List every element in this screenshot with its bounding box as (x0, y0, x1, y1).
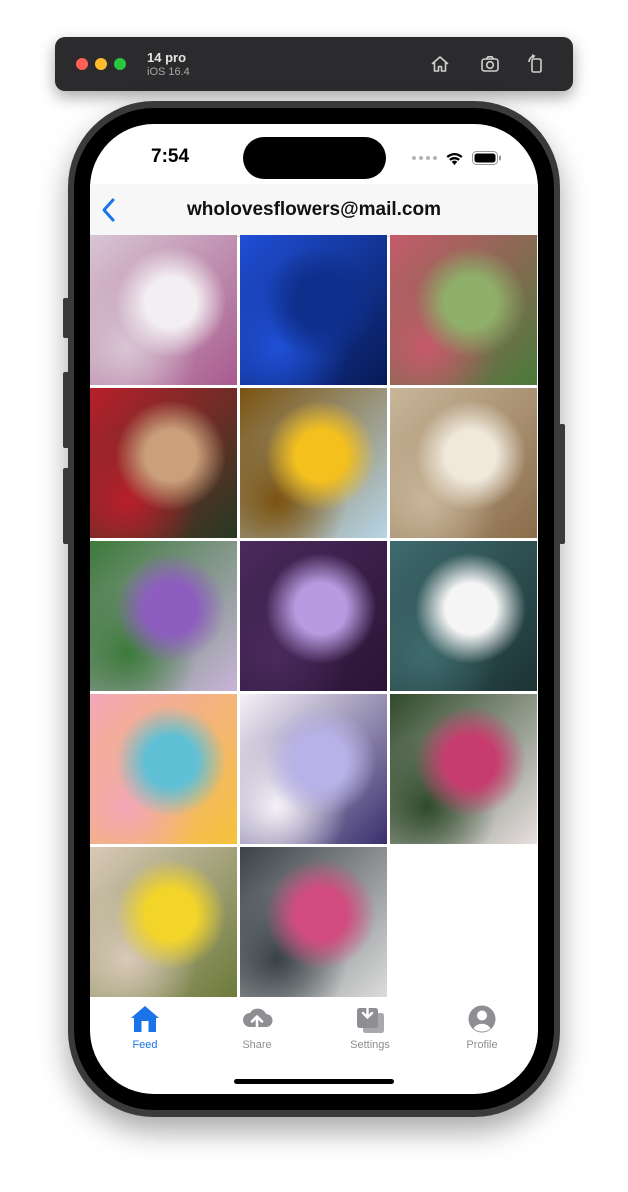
photo-image (390, 541, 537, 691)
simulator-title-bar: 14 pro iOS 16.4 (55, 37, 573, 91)
page-title: wholovesflowers@mail.com (187, 199, 441, 220)
minimize-window-button[interactable] (95, 58, 107, 70)
photo-image (90, 541, 237, 691)
photo-image (240, 541, 387, 691)
phone-screen: 7:54 wholovesflowers@mail.com Feed Share… (90, 124, 538, 1094)
volume-down-button (63, 468, 69, 544)
status-icons (412, 150, 502, 166)
photo-thumbnail[interactable] (90, 541, 237, 691)
tab-share[interactable]: Share (217, 1004, 297, 1051)
photo-image (240, 847, 387, 997)
close-window-button[interactable] (76, 58, 88, 70)
photo-image (390, 388, 537, 538)
tab-label: Share (242, 1039, 272, 1051)
photo-thumbnail[interactable] (390, 235, 537, 385)
os-version: iOS 16.4 (147, 66, 190, 78)
battery-icon (472, 151, 501, 165)
photo-thumbnail[interactable] (240, 694, 387, 844)
photo-thumbnail[interactable] (240, 388, 387, 538)
photo-thumbnail[interactable] (390, 694, 537, 844)
photo-image (240, 388, 387, 538)
photo-thumbnail[interactable] (90, 235, 237, 385)
screenshot-icon[interactable] (479, 53, 501, 75)
cloud-upload-icon (243, 1008, 273, 1033)
home-icon[interactable] (429, 53, 451, 75)
tab-feed[interactable]: Feed (105, 1004, 185, 1051)
house-icon (131, 1006, 159, 1032)
tab-bar: Feed Share Settings Profile (90, 998, 538, 1068)
volume-up-button (63, 372, 69, 448)
photo-image (90, 847, 237, 997)
person-circle-icon (468, 1005, 496, 1033)
photo-thumbnail[interactable] (240, 847, 387, 997)
tab-label: Settings (350, 1039, 390, 1051)
photo-thumbnail[interactable] (90, 694, 237, 844)
photo-thumbnail[interactable] (240, 541, 387, 691)
zoom-window-button[interactable] (114, 58, 126, 70)
photo-image (90, 388, 237, 538)
status-time: 7:54 (151, 146, 190, 167)
photo-grid (90, 235, 538, 997)
home-indicator (234, 1079, 394, 1084)
tab-profile[interactable]: Profile (442, 1004, 522, 1051)
photo-image (90, 694, 237, 844)
wifi-icon (446, 152, 463, 165)
photo-image (390, 235, 537, 385)
photo-thumbnail[interactable] (390, 388, 537, 538)
tab-label: Feed (132, 1039, 158, 1051)
device-name: 14 pro (147, 50, 187, 65)
dynamic-island (243, 137, 386, 179)
photo-image (390, 694, 537, 844)
photo-thumbnail[interactable] (240, 235, 387, 385)
photo-image (90, 235, 237, 385)
tray-download-icon (357, 1004, 384, 1033)
action-button (63, 298, 69, 338)
photo-image (240, 235, 387, 385)
photo-thumbnail[interactable] (90, 847, 237, 997)
tab-label: Profile (466, 1039, 498, 1051)
photo-image (240, 694, 387, 844)
photo-thumbnail[interactable] (390, 541, 537, 691)
rotate-icon[interactable] (525, 53, 547, 75)
tab-settings[interactable]: Settings (330, 1004, 410, 1051)
navigation-bar: wholovesflowers@mail.com (90, 184, 538, 237)
signal-dots-icon (412, 156, 437, 160)
photo-thumbnail[interactable] (90, 388, 237, 538)
power-button (559, 424, 565, 544)
